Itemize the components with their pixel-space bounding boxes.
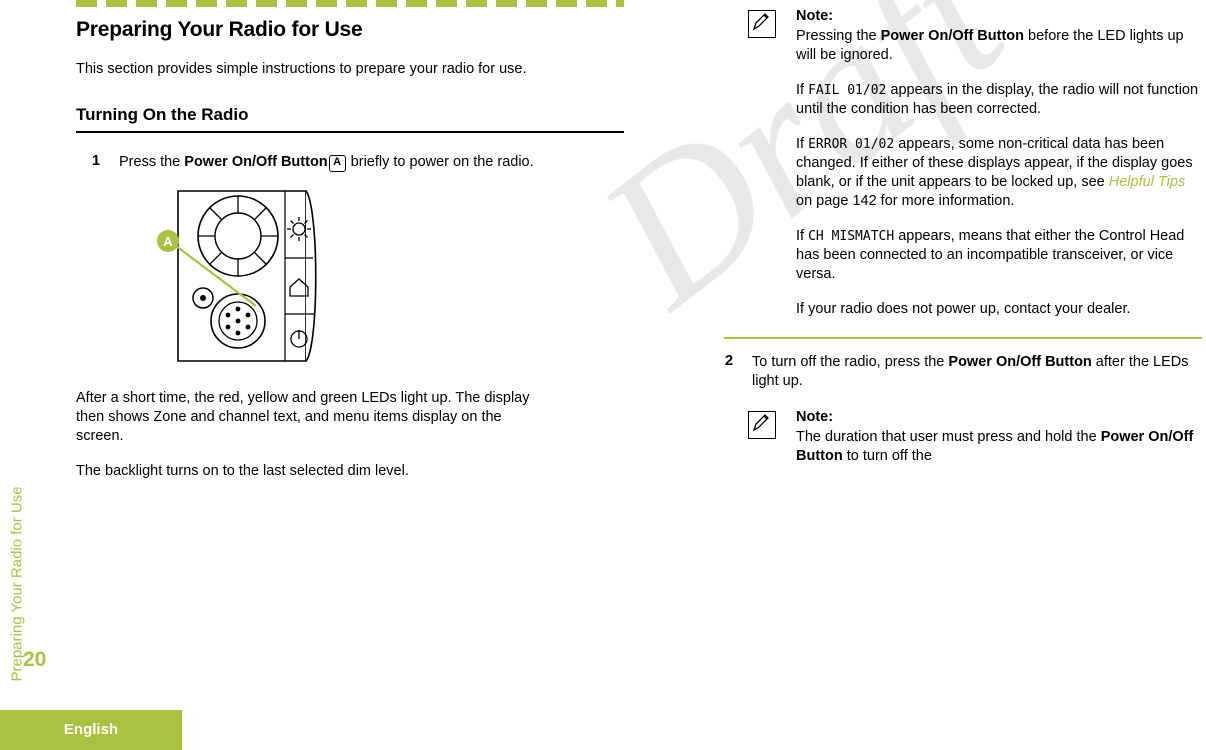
svg-text:A: A (163, 234, 173, 249)
pencil-icon-svg-2 (752, 414, 769, 432)
page-number: 20 (23, 648, 47, 671)
note-block-1: Note: Pressing the Power On/Off Button b… (724, 8, 1202, 319)
note-2-title: Note: (796, 409, 834, 425)
note-1-paragraph-3: If ERROR 01/02 appears, some non-critica… (796, 135, 1202, 211)
callout-badge-a: A (328, 155, 346, 172)
green-divider-rule (724, 337, 1202, 339)
step-1-text-after: briefly to power on the radio. (346, 154, 534, 170)
step-2: 2 To turn off the radio, press the Power… (725, 353, 1202, 391)
left-column: Preparing Your Radio for Use This sectio… (76, 18, 628, 497)
pencil-icon-svg (752, 13, 769, 31)
side-tab-label: Preparing Your Radio for Use (8, 486, 26, 682)
radio-illustration-svg: A (157, 190, 317, 362)
after-figure-paragraph: After a short time, the red, yellow and … (76, 390, 530, 444)
note-1-paragraph-5: If your radio does not power up, contact… (796, 301, 1131, 317)
note-1-p3-pre: If (796, 136, 809, 152)
note-1-p2-pre: If (796, 82, 809, 98)
note-1-title: Note: (796, 8, 834, 24)
note-1-paragraph-2: If FAIL 01/02 appears in the display, th… (796, 81, 1202, 119)
note-1-paragraph-1: Pressing the Power On/Off Button before … (796, 27, 1202, 65)
step-1-number: 1 (92, 153, 101, 169)
note-2-p1-pre: The duration that user must press and ho… (796, 429, 1101, 445)
note-1-p1-bold: Power On/Off Button (880, 28, 1025, 44)
backlight-paragraph: The backlight turns on to the last selec… (76, 463, 409, 479)
note-2-p1-post: to turn off the (842, 448, 932, 464)
note-1-p3-post: on page 142 for more information. (796, 193, 1015, 209)
helpful-tips-link[interactable]: Helpful Tips (1109, 174, 1185, 190)
step-1-text: Press the Power On/Off Button A briefly t… (119, 153, 619, 172)
step-1-bold-label: Power On/Off Button (184, 154, 328, 170)
note-1-p1-pre: Pressing the (796, 28, 881, 44)
note-pencil-icon-2 (748, 411, 776, 439)
step-2-bold-label: Power On/Off Button (948, 354, 1092, 370)
step-1: 1 Press the Power On/Off Button A briefly… (92, 153, 619, 172)
right-column: Note: Pressing the Power On/Off Button b… (724, 8, 1202, 480)
note-pencil-icon (748, 10, 776, 38)
document-page: Draft Preparing Your Radio for Use 20 En… (0, 0, 1206, 750)
note-1-p4-pre: If (796, 228, 809, 244)
intro-paragraph: This section provides simple instruction… (76, 61, 527, 77)
step-2-text: To turn off the radio, press the Power O… (752, 353, 1202, 391)
step-1-text-before: Press the (119, 154, 185, 170)
note-block-2: Note: The duration that user must press … (724, 409, 1202, 466)
step-2-number: 2 (725, 353, 734, 369)
side-tab: Preparing Your Radio for Use (0, 290, 26, 710)
note-1-p2-code: FAIL 01/02 (808, 83, 887, 98)
step-2-text-pre: To turn off the radio, press the (752, 354, 949, 370)
note-1-p3-code: ERROR 01/02 (808, 137, 895, 152)
section-title: Turning On the Radio (76, 105, 624, 133)
top-dashed-rule (76, 0, 624, 7)
radio-control-head-figure: A (156, 186, 386, 371)
footer-language: English (63, 721, 119, 738)
note-2-paragraph-1: The duration that user must press and ho… (796, 428, 1202, 466)
page-title: Preparing Your Radio for Use (76, 18, 363, 41)
note-1-p4-code: CH MISMATCH (808, 229, 895, 244)
note-1-paragraph-4: If CH MISMATCH appears, means that eithe… (796, 227, 1202, 284)
